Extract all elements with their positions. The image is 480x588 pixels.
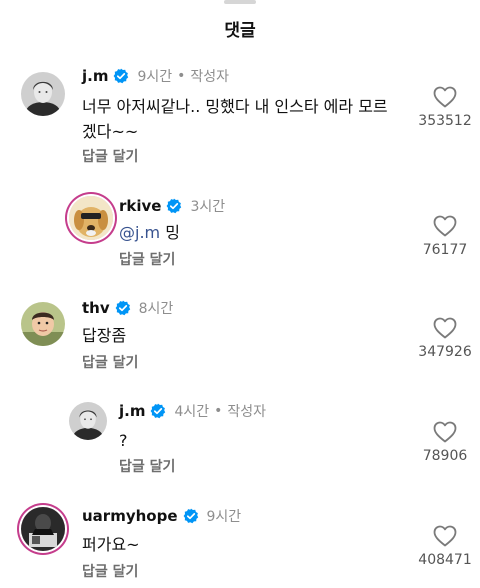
username[interactable]: thv [82, 299, 110, 317]
avatar[interactable] [69, 402, 107, 440]
separator-dot: • [214, 403, 223, 419]
comment-time: 8시간 [138, 301, 174, 317]
heart-icon[interactable] [433, 317, 457, 339]
comment-text: @j.m 밍 [119, 220, 439, 245]
username[interactable]: j.m [119, 402, 145, 420]
comment-meta: uarmyhope 9시간 [82, 506, 241, 526]
comment-time: 9시간 [137, 69, 173, 85]
like-control: 353512 [418, 86, 472, 129]
comment-time: 3시간 [190, 199, 226, 215]
avatar[interactable] [21, 72, 65, 116]
author-label: 작성자 [190, 69, 230, 85]
comment-meta: thv 8시간 [82, 298, 173, 318]
comment-text: 퍼가요~ [82, 535, 140, 554]
like-count: 353512 [418, 113, 472, 129]
reply-button[interactable]: 답글 달기 [119, 249, 175, 269]
comment-time: 4시간 [174, 404, 210, 420]
like-count: 347926 [418, 344, 472, 360]
grayscale-portrait-icon [21, 72, 65, 116]
comment-time: 9시간 [206, 509, 242, 525]
username[interactable]: uarmyhope [82, 507, 178, 525]
username[interactable]: rkive [119, 197, 161, 215]
comment-text: ? [119, 431, 128, 450]
reply-button[interactable]: 답글 달기 [82, 352, 138, 372]
comment-text: 답장좀 [82, 326, 127, 345]
reply-button[interactable]: 답글 달기 [82, 561, 138, 581]
avatar[interactable] [21, 507, 65, 551]
like-control: 76177 [420, 215, 470, 258]
comment-meta: rkive 3시간 [119, 196, 225, 216]
dark-photo-icon [21, 507, 65, 551]
page-title: 댓글 [224, 20, 256, 41]
comments-header: 댓글 [0, 0, 480, 52]
like-control: 78906 [420, 421, 470, 464]
like-control: 408471 [418, 525, 472, 568]
verified-badge-icon [113, 68, 129, 84]
comment-meta: j.m 4시간 • 작성자 [119, 401, 266, 421]
like-count: 76177 [422, 242, 468, 258]
verified-badge-icon [166, 198, 182, 214]
verified-badge-icon [150, 403, 166, 419]
avatar[interactable] [21, 302, 65, 346]
verified-badge-icon [115, 300, 131, 316]
like-count: 78906 [422, 448, 468, 464]
author-label: 작성자 [227, 404, 267, 420]
comments-sheet: 댓글 j.m 9시간 • 작성자 너무 아저씨같나.. 밍했다 내 인스타 에라… [0, 0, 480, 588]
reply-button[interactable]: 답글 달기 [119, 456, 175, 476]
heart-icon[interactable] [433, 215, 457, 237]
golden-retriever-icon [69, 196, 113, 240]
comment-text: 너무 아저씨같나.. 밍했다 내 인스타 에라 모르겠다~~ [82, 97, 388, 141]
username[interactable]: j.m [82, 67, 108, 85]
heart-icon[interactable] [433, 86, 457, 108]
comment-text-body: 밍 [160, 223, 180, 242]
heart-icon[interactable] [433, 421, 457, 443]
mention-link[interactable]: @j.m [119, 223, 160, 242]
avatar[interactable] [69, 196, 113, 240]
heart-icon[interactable] [433, 525, 457, 547]
reply-button[interactable]: 답글 달기 [82, 146, 138, 166]
child-photo-icon [21, 302, 65, 346]
like-count: 408471 [418, 552, 472, 568]
comment-meta: j.m 9시간 • 작성자 [82, 66, 229, 86]
like-control: 347926 [418, 317, 472, 360]
grayscale-portrait-icon [69, 402, 107, 440]
separator-dot: • [177, 68, 186, 84]
verified-badge-icon [183, 508, 199, 524]
